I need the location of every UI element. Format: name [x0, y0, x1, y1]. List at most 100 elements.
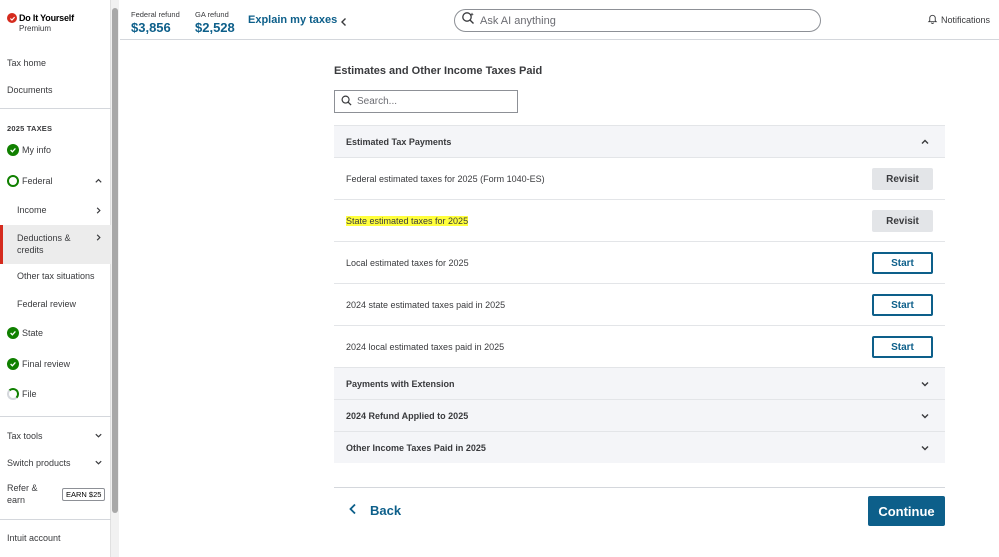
check-circle-icon [7, 358, 19, 370]
sidebar-item-intuit-account[interactable]: Intuit account [7, 533, 61, 543]
topics-panel: Estimated Tax Payments Federal estimated… [334, 125, 945, 463]
state-refund[interactable]: GA refund $2,528 [195, 10, 235, 35]
sidebar-item-my-info[interactable]: My info [0, 143, 111, 157]
explain-my-taxes-link[interactable]: Explain my taxes [248, 14, 337, 26]
check-circle-icon [7, 327, 19, 339]
state-refund-amount: $2,528 [195, 20, 235, 35]
sidebar-divider [0, 519, 111, 520]
start-button[interactable]: Start [872, 252, 933, 274]
sidebar-item-state[interactable]: State [0, 326, 111, 340]
sidebar-item-label: Deductions & credits [17, 233, 71, 255]
progress-ring-icon [7, 175, 19, 187]
chevron-left-icon [348, 503, 358, 518]
page-title: Estimates and Other Income Taxes Paid [334, 65, 543, 77]
sidebar-item-federal[interactable]: Federal [0, 174, 111, 188]
search-icon [341, 93, 352, 111]
section-estimated-tax-payments[interactable]: Estimated Tax Payments [334, 125, 945, 157]
sidebar-item-final-review[interactable]: Final review [0, 357, 111, 371]
earn-badge[interactable]: EARN $25 [62, 488, 106, 501]
sidebar-item-label: Other tax situations [17, 271, 95, 281]
sidebar-item-label: Tax tools [7, 431, 43, 441]
sidebar-item-label: Income [17, 205, 47, 215]
brand-name: Do It Yourself [19, 13, 74, 23]
sidebar-item-label: Federal [22, 176, 53, 186]
sidebar-item-label: Final review [22, 359, 71, 369]
chevron-down-icon [920, 443, 930, 455]
top-header: Federal refund $3,856 GA refund $2,528 E… [120, 0, 999, 40]
list-item-local-estimated: Local estimated taxes for 2025 Start [334, 241, 945, 283]
chevron-left-icon [339, 14, 349, 31]
continue-button[interactable]: Continue [868, 496, 945, 526]
sidebar-item-switch-products[interactable]: Switch products [0, 456, 111, 470]
notifications-button[interactable]: Notifications [927, 13, 990, 26]
sidebar-item-label: State [22, 328, 44, 338]
check-circle-icon [7, 144, 19, 156]
sidebar-item-tax-home[interactable]: Tax home [7, 58, 46, 68]
state-refund-label: GA refund [195, 10, 229, 19]
federal-refund-label: Federal refund [131, 10, 180, 19]
chevron-right-icon [94, 206, 103, 217]
ask-ai-search[interactable] [454, 9, 821, 32]
chevron-down-icon [94, 431, 103, 442]
section-refund-applied[interactable]: 2024 Refund Applied to 2025 [334, 399, 945, 431]
chevron-up-icon [94, 176, 103, 187]
ai-search-icon [461, 11, 475, 30]
chevron-down-icon [94, 458, 103, 469]
footer-divider [334, 487, 945, 488]
sidebar-item-federal-review[interactable]: Federal review [0, 299, 111, 313]
topic-search[interactable] [334, 90, 518, 113]
progress-spinner-icon [7, 388, 19, 400]
sidebar-divider [0, 108, 111, 109]
revisit-button[interactable]: Revisit [872, 210, 933, 232]
brand-logo[interactable]: Do It Yourself Premium [7, 13, 74, 33]
row-label: 2024 local estimated taxes paid in 2025 [346, 341, 505, 352]
sidebar-item-documents[interactable]: Documents [7, 85, 53, 95]
sidebar-item-file[interactable]: File [0, 387, 111, 401]
sidebar-item-deductions-credits[interactable]: Deductions & credits [0, 225, 111, 264]
list-item-state-estimated: State estimated taxes for 2025 Revisit [334, 199, 945, 241]
sidebar-item-other-tax-situations[interactable]: Other tax situations [0, 271, 111, 285]
chevron-up-icon [920, 137, 930, 149]
section-payments-with-extension[interactable]: Payments with Extension [334, 367, 945, 399]
sidebar: Do It Yourself Premium Tax home Document… [0, 0, 111, 557]
ask-ai-input[interactable] [480, 14, 800, 27]
notifications-label: Notifications [941, 14, 991, 25]
row-label: Federal estimated taxes for 2025 (Form 1… [346, 173, 545, 184]
section-title: Estimated Tax Payments [346, 136, 452, 147]
back-button[interactable]: Back [348, 503, 401, 518]
start-button[interactable]: Start [872, 294, 933, 316]
sidebar-divider [0, 416, 111, 417]
chevron-down-icon [920, 379, 930, 391]
sidebar-scrollbar-thumb[interactable] [112, 8, 118, 513]
sidebar-item-refer-earn[interactable]: Refer & earn [7, 482, 38, 506]
earn-line: earn [7, 495, 26, 505]
section-title: 2024 Refund Applied to 2025 [346, 410, 469, 421]
row-label: Local estimated taxes for 2025 [346, 257, 469, 268]
chevron-right-icon [94, 233, 103, 245]
section-other-income-taxes[interactable]: Other Income Taxes Paid in 2025 [334, 431, 945, 463]
sidebar-item-tax-tools[interactable]: Tax tools [0, 429, 111, 443]
section-title: Payments with Extension [346, 378, 455, 389]
section-title: Other Income Taxes Paid in 2025 [346, 442, 486, 453]
sidebar-item-label: Federal review [17, 299, 77, 309]
brand-tier: Premium [19, 24, 52, 33]
revisit-button[interactable]: Revisit [872, 168, 933, 190]
row-label-highlighted: State estimated taxes for 2025 [346, 215, 469, 226]
sidebar-item-label: Switch products [7, 458, 71, 468]
sidebar-item-income[interactable]: Income [0, 205, 111, 219]
start-button[interactable]: Start [872, 336, 933, 358]
bell-icon [927, 13, 938, 26]
list-item-prior-local-estimated: 2024 local estimated taxes paid in 2025 … [334, 325, 945, 367]
row-label: 2024 state estimated taxes paid in 2025 [346, 299, 506, 310]
federal-refund[interactable]: Federal refund $3,856 [131, 10, 180, 35]
sidebar-item-label: File [22, 389, 37, 399]
checkmark-logo-icon [7, 13, 17, 23]
search-input[interactable] [357, 96, 507, 107]
list-item-prior-state-estimated: 2024 state estimated taxes paid in 2025 … [334, 283, 945, 325]
refer-line: Refer & [7, 483, 38, 493]
federal-refund-amount: $3,856 [131, 20, 171, 35]
chevron-down-icon [920, 411, 930, 423]
collapse-refund-button[interactable] [339, 14, 349, 32]
sidebar-item-label: My info [22, 145, 52, 155]
back-label: Back [370, 503, 402, 518]
